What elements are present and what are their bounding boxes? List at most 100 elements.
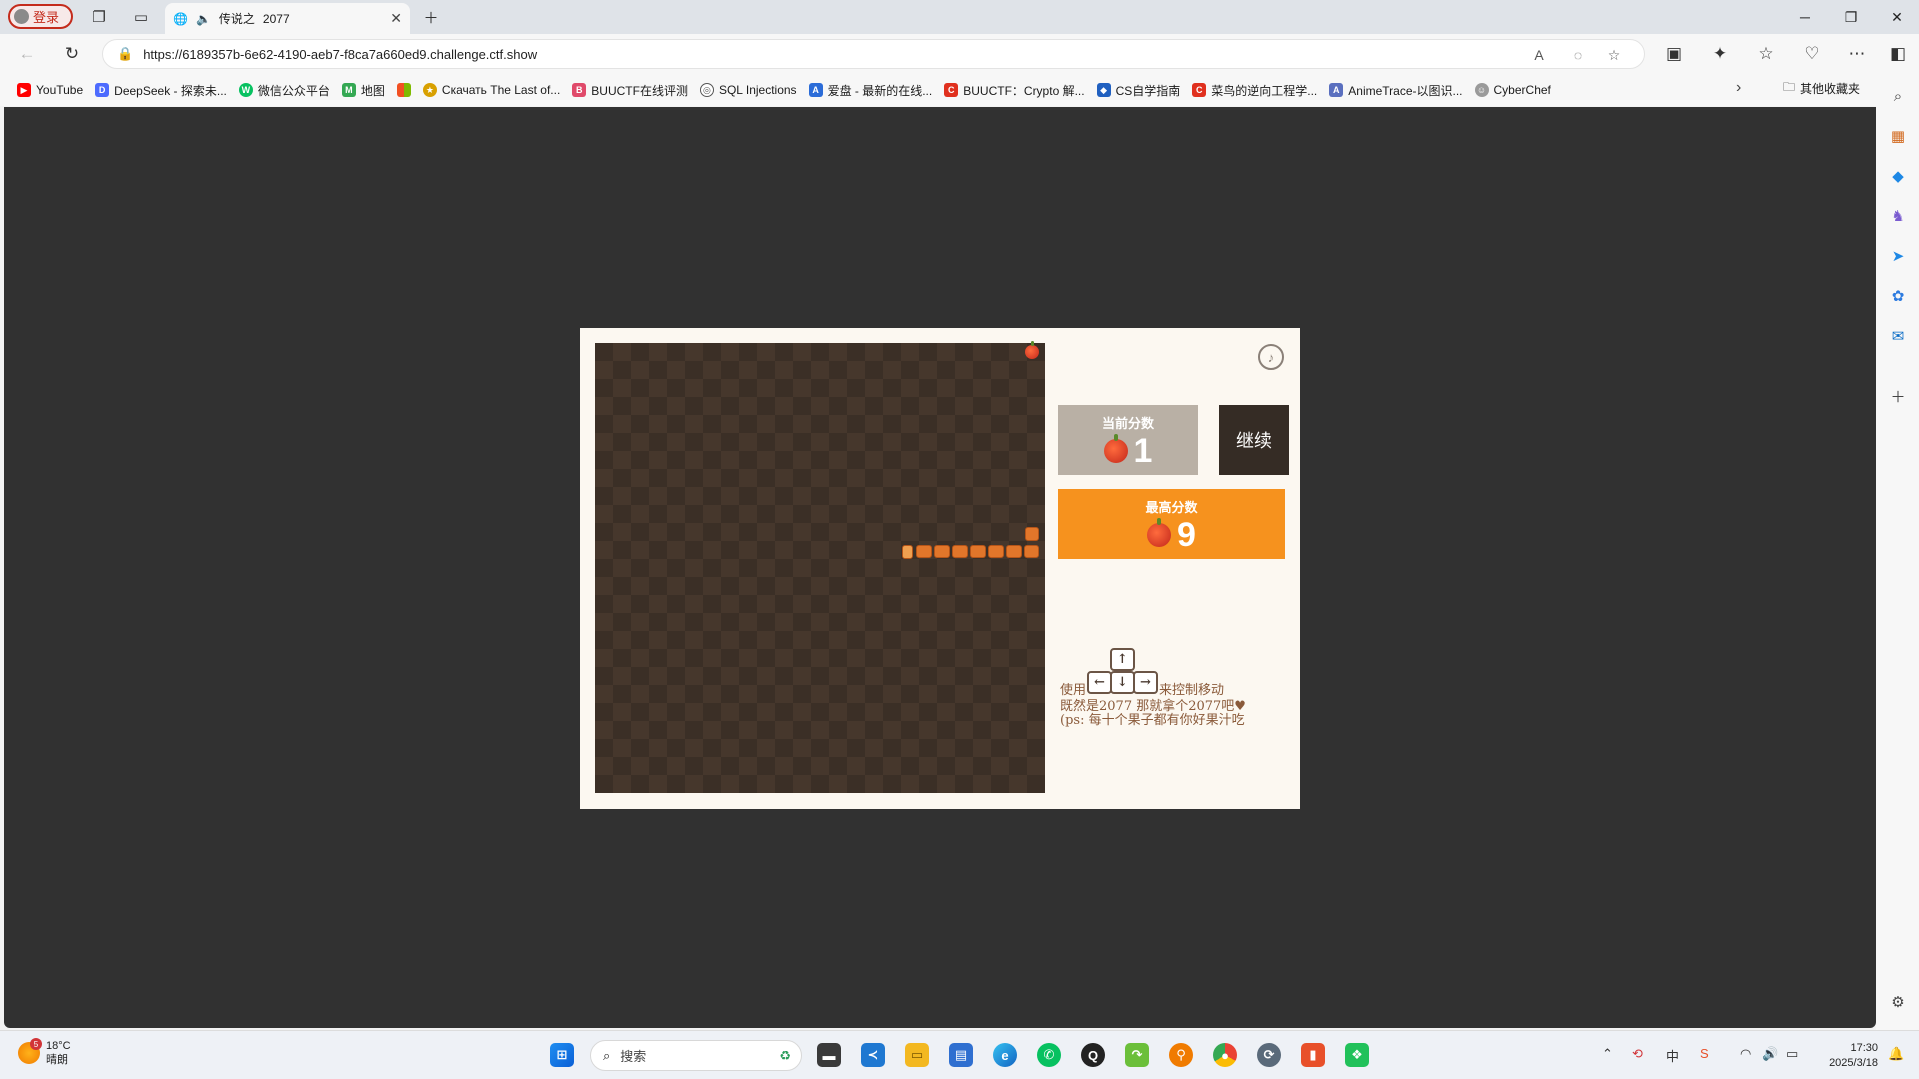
search-app-icon[interactable]: ⚲ — [1169, 1043, 1193, 1067]
back-icon[interactable]: ← — [15, 43, 39, 65]
address-bar[interactable]: 🔒 https://6189357b-6e62-4190-aeb7-f8ca7a… — [102, 39, 1645, 69]
snake-segment — [988, 545, 1004, 558]
tab-active[interactable]: 🌐 🔈 传说之 2077 ✕ — [165, 3, 410, 34]
favorite-label: Скачать The Last of... — [441, 83, 561, 97]
favorite-aipan[interactable]: A 爱盘 - 最新的在线... — [803, 78, 939, 102]
browser-essentials-icon[interactable]: ♡ — [1800, 43, 1824, 65]
wifi-icon[interactable]: ◠ — [1740, 1046, 1751, 1062]
sidebar-toggle-icon[interactable]: ◧ — [1886, 43, 1910, 65]
search-icon[interactable]: ⌕ — [1888, 86, 1908, 106]
wechat-icon[interactable]: ✆ — [1037, 1043, 1061, 1067]
file-explorer-icon[interactable]: ▭ — [905, 1043, 929, 1067]
refresh-icon[interactable]: ↻ — [60, 43, 84, 65]
profile-button[interactable]: 登录 — [8, 4, 73, 29]
close-window-icon[interactable]: ✕ — [1882, 6, 1912, 28]
notification-bell-icon[interactable]: 🔔 — [1888, 1046, 1904, 1062]
chrome-icon[interactable]: ● — [1213, 1043, 1237, 1067]
collections-icon[interactable]: ▣ — [1662, 43, 1686, 65]
workspaces-icon[interactable]: ❐ — [88, 6, 110, 28]
favorite-reverse-engineering[interactable]: C 菜鸟的逆向工程学... — [1186, 78, 1323, 102]
current-score-label: 当前分数 — [1101, 415, 1154, 431]
tools-icon[interactable]: ▦ — [1888, 126, 1908, 146]
snake-game-card: ♪ 当前分数 1 继续 最高分数 9 ↑ ← ↓ → 使用 来控制移动 既然是2… — [580, 328, 1300, 809]
tool-app-icon[interactable]: ⟳ — [1257, 1043, 1281, 1067]
vscode-icon[interactable]: ≺ — [861, 1043, 885, 1067]
snake-head — [902, 545, 913, 559]
close-tab-icon[interactable]: ✕ — [390, 10, 402, 27]
terminal-icon[interactable]: ▬ — [817, 1043, 841, 1067]
outlook-icon[interactable]: ✉ — [1888, 326, 1908, 346]
burp-icon[interactable]: ▮ — [1301, 1043, 1325, 1067]
snake-segment — [916, 545, 932, 558]
new-tab-icon[interactable]: ＋ — [420, 6, 442, 28]
favorite-wechat[interactable]: W 微信公众平台 — [233, 78, 336, 102]
folder-icon: 🗀 — [1782, 80, 1795, 94]
right-arrow-key: → — [1133, 671, 1158, 694]
minimize-icon[interactable]: ─ — [1790, 6, 1820, 28]
more-menu-icon[interactable]: ⋯ — [1845, 43, 1869, 65]
avatar-icon — [14, 9, 29, 24]
weather-widget[interactable]: 5 18°C 晴朗 — [18, 1038, 71, 1067]
system-clock[interactable]: 17:30 2025/3/18 — [1818, 1041, 1878, 1071]
shopping-tag-icon[interactable]: ◆ — [1888, 166, 1908, 186]
favorite-map[interactable]: M 地图 — [336, 78, 391, 102]
sogou-icon[interactable]: S — [1700, 1046, 1709, 1061]
add-icon[interactable]: ＋ — [1888, 386, 1908, 406]
favorites-icon[interactable]: ☆ — [1754, 43, 1778, 65]
favorite-buuctf[interactable]: B BUUCTF在线评测 — [566, 78, 694, 102]
edge-icon[interactable]: e — [993, 1043, 1017, 1067]
map-icon: M — [341, 83, 356, 97]
apple-icon — [1147, 517, 1172, 547]
search-placeholder: 搜索 — [620, 1049, 647, 1064]
favorite-buuctf-crypto[interactable]: C BUUCTF：Crypto 解... — [938, 78, 1090, 102]
csdn-icon: C — [944, 83, 959, 97]
send-icon[interactable]: ➤ — [1888, 246, 1908, 266]
chevron-up-icon[interactable]: ⌃ — [1602, 1046, 1613, 1062]
qq-icon[interactable]: Q — [1081, 1043, 1105, 1067]
sync-icon[interactable]: ⟲ — [1632, 1046, 1643, 1062]
music-toggle-icon[interactable]: ♪ — [1258, 344, 1284, 370]
copilot-icon[interactable]: ✿ — [1888, 286, 1908, 306]
translate-icon[interactable]: A — [1528, 45, 1550, 65]
favorite-cyberchef[interactable]: ☺ CyberChef — [1469, 78, 1557, 102]
other-favorites-folder[interactable]: 🗀 其他收藏夹 — [1783, 78, 1860, 99]
url-text[interactable]: https://6189357b-6e62-4190-aeb7-f8ca7a66… — [143, 47, 537, 62]
tab-actions-icon[interactable]: ▭ — [130, 6, 152, 28]
favorite-last-of-us[interactable]: ★ Скачать The Last of... — [417, 78, 566, 102]
microsoft-icon — [396, 83, 411, 97]
games-icon[interactable]: ♞ — [1888, 206, 1908, 226]
buuctf-icon: B — [572, 83, 587, 97]
favorite-deepseek[interactable]: D DeepSeek - 探索未... — [89, 78, 233, 102]
remote-desktop-icon[interactable]: ▤ — [949, 1043, 973, 1067]
start-icon[interactable]: ⊞ — [550, 1043, 574, 1067]
weather-sun-icon: 5 — [18, 1038, 42, 1064]
favorite-animetrace[interactable]: A AnimeTrace-以图识... — [1323, 78, 1468, 102]
input-method-icon[interactable]: 中 — [1666, 1046, 1679, 1065]
taskbar-search[interactable]: ⌕ 搜索 ♻ — [590, 1040, 802, 1071]
cs-icon: ◆ — [1096, 83, 1111, 97]
continue-button[interactable]: 继续 — [1219, 405, 1289, 475]
volume-icon[interactable]: 🔊 — [1762, 1046, 1778, 1062]
current-score-panel: 当前分数 1 — [1058, 405, 1198, 475]
recycle-icon: ♻ — [779, 1047, 791, 1063]
settings-gear-icon[interactable]: ⚙ — [1888, 992, 1908, 1012]
extensions-icon[interactable]: ✦ — [1708, 43, 1732, 65]
anime-icon: A — [1329, 83, 1344, 97]
battery-icon[interactable]: ▭ — [1786, 1046, 1798, 1062]
favorite-sql-injections[interactable]: ◎ SQL Injections — [694, 78, 803, 102]
reader-icon[interactable]: ◌ — [1567, 45, 1589, 65]
other-favorites-label: 其他收藏夹 — [1799, 82, 1860, 96]
edge-sidebar: ⌕ ▦ ◆ ♞ ➤ ✿ ✉ ＋ ⚙ — [1876, 74, 1919, 1030]
favorite-star-icon[interactable]: ☆ — [1603, 45, 1625, 65]
green-app-icon[interactable]: ❖ — [1345, 1043, 1369, 1067]
chef-icon: ☺ — [1474, 83, 1489, 97]
site-info-icon[interactable]: 🔒 — [117, 46, 133, 62]
favorite-cs-guide[interactable]: ◆ CS自学指南 — [1091, 78, 1187, 102]
favorite-youtube[interactable]: ▶ YouTube — [11, 78, 89, 102]
restore-icon[interactable]: ❐ — [1836, 6, 1866, 28]
speaker-icon[interactable]: 🔈 — [196, 12, 211, 26]
share-arrow-icon[interactable]: ↷ — [1125, 1043, 1149, 1067]
chevron-right-icon[interactable]: › — [1736, 79, 1741, 97]
game-board[interactable] — [595, 341, 1045, 793]
favorite-microsoft[interactable] — [391, 78, 417, 102]
